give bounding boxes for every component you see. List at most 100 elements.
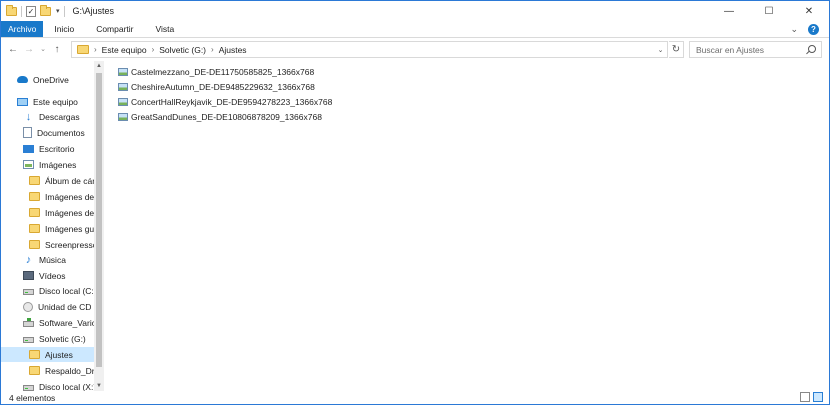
sidebar-item[interactable]: Imágenes de W — [1, 205, 94, 220]
folder-icon — [6, 4, 17, 16]
onedrive-icon — [17, 76, 28, 83]
network-drive-icon — [23, 318, 34, 327]
scroll-up-button[interactable]: ▲ — [94, 61, 104, 71]
folder-icon — [29, 192, 40, 201]
search-box[interactable] — [689, 41, 822, 58]
sidebar-item-label: Respaldo_Drive — [45, 365, 94, 376]
sidebar-item[interactable]: Software_Varios — [1, 315, 94, 330]
file-name: Castelmezzano_DE-DE11750585825_1366x768 — [131, 67, 315, 77]
sidebar-item-label: Vídeos — [39, 270, 66, 281]
tab-archivo[interactable]: Archivo — [1, 21, 44, 37]
explorer-window: ✓ ▾ G:\Ajustes — ☐ ✕ Archivo Inicio Comp… — [0, 0, 830, 405]
drive-icon — [23, 337, 34, 343]
file-name: ConcertHallReykjavik_DE-DE9594278223_136… — [131, 97, 333, 107]
sidebar-item[interactable]: Álbum de cám — [1, 173, 94, 188]
help-icon[interactable]: ? — [808, 23, 819, 35]
separator — [63, 5, 65, 17]
sidebar-item-label: OneDrive — [33, 74, 69, 85]
tab-inicio[interactable]: Inicio — [43, 21, 85, 37]
scroll-down-button[interactable]: ▼ — [94, 381, 104, 391]
sidebar-item-label: Imágenes de W — [45, 207, 94, 218]
expand-ribbon-icon[interactable]: ⌄ — [790, 24, 798, 35]
status-bar: 4 elementos — [1, 391, 829, 405]
sidebar-item-label: Música — [39, 254, 66, 265]
sidebar-item[interactable]: Solvetic (G:) — [1, 331, 94, 346]
folder-icon — [29, 208, 40, 217]
documents-icon — [23, 127, 32, 138]
breadcrumb-este-equipo[interactable]: Este equipo — [102, 45, 147, 55]
folder-icon — [29, 366, 40, 375]
search-icon — [808, 45, 816, 53]
refresh-button[interactable]: ↻ — [669, 41, 684, 58]
details-view-button[interactable] — [800, 392, 810, 402]
sidebar-item[interactable]: Unidad de CD (D — [1, 299, 94, 314]
sidebar-item[interactable]: Imágenes — [1, 157, 94, 172]
sidebar-item-label: Disco local (C:) — [39, 285, 94, 296]
sidebar-item-label: Escritorio — [39, 143, 75, 154]
sidebar-item[interactable]: ↓ Descargas — [1, 109, 94, 124]
sidebar-item[interactable]: Disco local (X:) — [1, 379, 94, 391]
computer-icon — [17, 97, 28, 106]
up-button[interactable]: ↑ — [50, 42, 64, 56]
window-controls: — ☐ ✕ — [709, 1, 829, 21]
sidebar-item-label: Imágenes — [39, 159, 77, 170]
ribbon-tabs: Archivo Inicio Compartir Vista ⌄ ? — [1, 21, 829, 38]
videos-icon — [23, 271, 34, 280]
sidebar-item[interactable]: Documentos — [1, 125, 94, 140]
address-bar[interactable]: › Este equipo › Solvetic (G:) › Ajustes … — [71, 41, 668, 58]
breadcrumb-solvetic[interactable]: Solvetic (G:) — [159, 45, 206, 55]
sidebar-item-label: Álbum de cám — [45, 175, 94, 186]
minimize-button[interactable]: — — [709, 1, 749, 21]
file-item[interactable]: GreatSandDunes_DE-DE10806878209_1366x768 — [118, 110, 322, 124]
sidebar-item[interactable]: Disco local (C:) — [1, 283, 94, 298]
sidebar-item[interactable]: Ajustes — [1, 347, 94, 362]
customize-toolbar-icon[interactable]: ▾ — [56, 7, 60, 15]
back-button[interactable]: ← — [6, 42, 20, 56]
separator — [21, 5, 22, 17]
view-buttons — [800, 392, 823, 402]
address-row: ← → ⌄ ↑ › Este equipo › Solvetic (G:) › … — [1, 38, 829, 60]
quick-access-toolbar: ✓ ▾ — [1, 4, 65, 17]
new-folder-icon[interactable] — [40, 4, 51, 16]
sidebar-item[interactable]: OneDrive — [1, 72, 94, 87]
sidebar-item[interactable]: Este equipo — [1, 94, 94, 109]
sidebar-item-label: Imágenes de B — [45, 191, 94, 202]
image-file-icon — [118, 98, 128, 106]
nav-scrollbar[interactable]: ▲ ▼ — [94, 61, 104, 391]
maximize-button[interactable]: ☐ — [749, 1, 789, 21]
sidebar-item-label: Ajustes — [45, 349, 73, 360]
item-count: 4 elementos — [9, 393, 56, 403]
navigation-pane: OneDrive Este equipo ↓ Descargas Documentos E… — [1, 61, 105, 391]
sidebar-item[interactable]: ♪ Música — [1, 252, 94, 267]
large-icons-view-button[interactable] — [813, 392, 823, 402]
breadcrumb-separator[interactable]: › — [211, 45, 214, 54]
forward-button[interactable]: → — [22, 42, 36, 56]
tab-compartir[interactable]: Compartir — [85, 21, 144, 37]
sidebar-item[interactable]: Escritorio — [1, 141, 94, 156]
sidebar-item[interactable]: Imágenes de B — [1, 189, 94, 204]
sidebar-item[interactable]: Screenpresso — [1, 237, 94, 252]
properties-icon[interactable]: ✓ — [26, 5, 36, 17]
music-icon: ♪ — [25, 253, 32, 266]
sidebar-item[interactable]: Vídeos — [1, 268, 94, 283]
file-item[interactable]: CheshireAutumn_DE-DE9485229632_1366x768 — [118, 80, 315, 94]
folder-icon — [29, 224, 40, 233]
tab-vista[interactable]: Vista — [145, 21, 186, 37]
sidebar-item[interactable]: Imágenes guar — [1, 221, 94, 236]
sidebar-item-label: Imágenes guar — [45, 223, 94, 234]
breadcrumb-separator[interactable]: › — [152, 45, 155, 54]
sidebar-item-label: Disco local (X:) — [39, 381, 94, 392]
folder-icon — [29, 350, 40, 359]
folder-icon — [29, 240, 40, 249]
recent-locations-button[interactable]: ⌄ — [38, 45, 48, 53]
scroll-thumb[interactable] — [96, 73, 102, 367]
close-button[interactable]: ✕ — [789, 1, 829, 21]
address-dropdown-button[interactable]: ⌄ — [654, 42, 667, 57]
file-item[interactable]: ConcertHallReykjavik_DE-DE9594278223_136… — [118, 95, 332, 109]
pictures-icon — [23, 160, 34, 169]
sidebar-item[interactable]: Respaldo_Drive — [1, 363, 94, 378]
search-input[interactable] — [696, 44, 801, 55]
breadcrumb-ajustes[interactable]: Ajustes — [219, 45, 247, 55]
sidebar-item-label: Screenpresso — [45, 239, 94, 250]
file-item[interactable]: Castelmezzano_DE-DE11750585825_1366x768 — [118, 65, 314, 79]
